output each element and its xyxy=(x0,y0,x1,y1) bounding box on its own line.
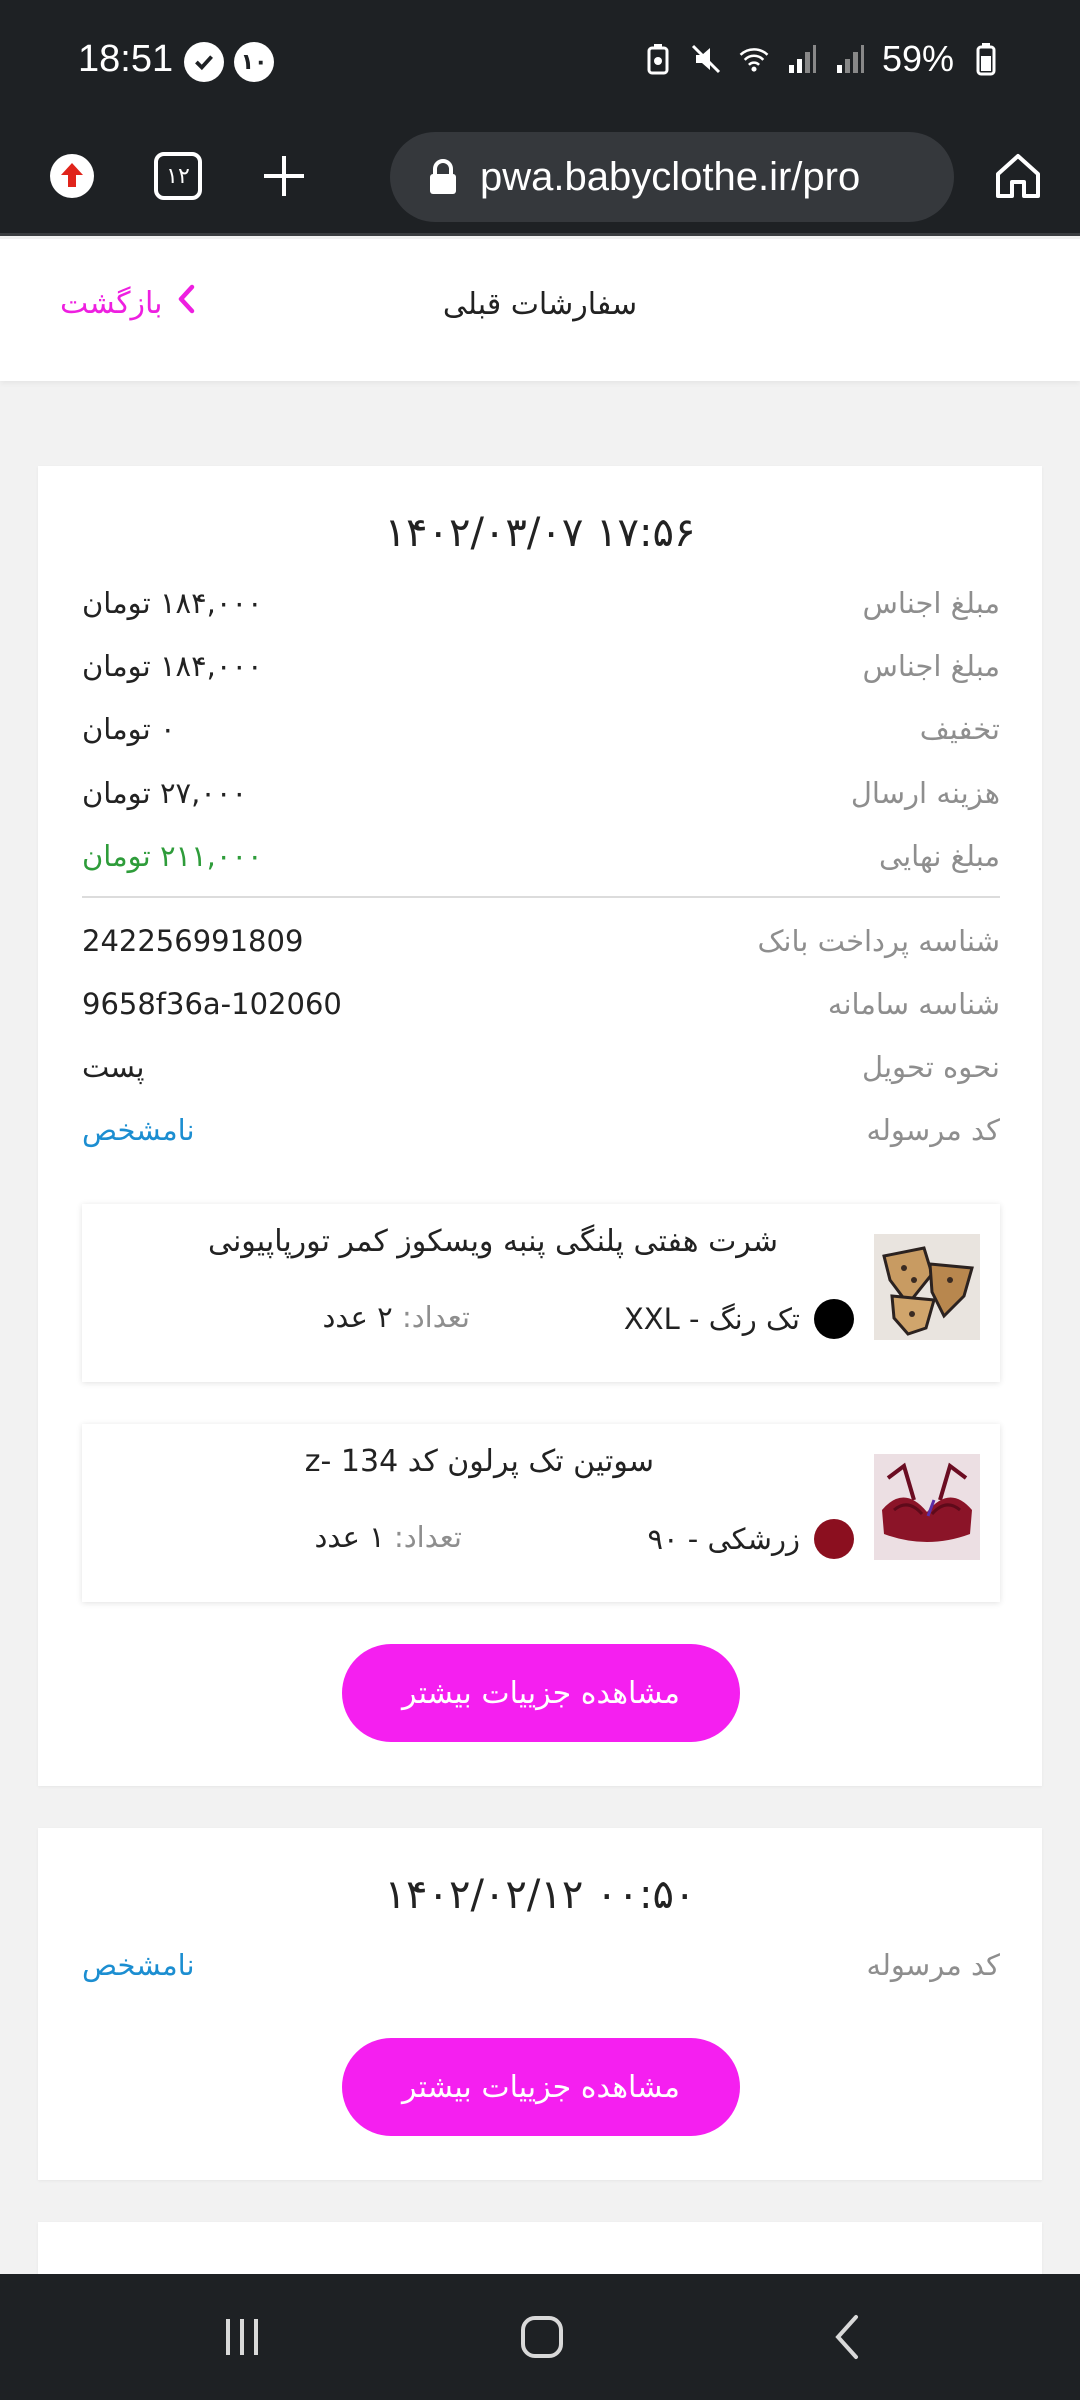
order-card: ۱۴۰۲/۰۲/۱۲ ۰۰:۵۰ نامشخص کد مرسوله مشاهده… xyxy=(38,1828,1042,2180)
status-icons: 59% xyxy=(642,38,1002,80)
meta-row: نامشخص کد مرسوله xyxy=(82,1105,1000,1155)
row-label: کد مرسوله xyxy=(866,1948,1000,1982)
row-label: شناسه پرداخت بانک xyxy=(757,924,1000,958)
row-value: ۰ تومان xyxy=(82,712,176,746)
chevron-left-icon xyxy=(176,283,196,323)
app-header: سفارشات قبلی بازگشت xyxy=(0,239,1080,381)
tracking-code[interactable]: نامشخص xyxy=(82,1948,195,1982)
product-thumbnail xyxy=(874,1454,980,1560)
delivery-method: پست xyxy=(82,1050,145,1084)
color-label: تک رنگ xyxy=(708,1302,800,1336)
row-label: نحوه تحویل xyxy=(862,1050,1000,1084)
size-label: ۹۰ xyxy=(647,1522,679,1556)
summary-row: ۱۸۴,۰۰۰ تومان مبلغ اجناس xyxy=(82,578,1000,628)
row-label: تخفیف xyxy=(919,712,1000,746)
order-card: ۱۴۰۲/۰۳/۰۷ ۱۷:۵۶ ۱۸۴,۰۰۰ تومان مبلغ اجنا… xyxy=(38,466,1042,1786)
product-variant: زرشکی - ۹۰ xyxy=(647,1522,800,1556)
divider xyxy=(82,896,1000,898)
meta-row: 9658f36a-102060 شناسه سامانه xyxy=(82,979,1000,1029)
summary-row: ۲۷,۰۰۰ تومان هزینه ارسال xyxy=(82,768,1000,818)
tab-count: ۱۲ xyxy=(166,163,190,189)
lock-icon xyxy=(428,158,458,200)
order-item[interactable]: شرت هفتی پلنگی پنبه ویسکوز کمر تورپاپیون… xyxy=(82,1204,1000,1382)
row-value: ۲۷,۰۰۰ تومان xyxy=(82,776,248,810)
system-nav-bar xyxy=(0,2274,1080,2400)
order-card-partial xyxy=(38,2222,1042,2274)
view-details-button[interactable]: مشاهده جزییات بیشتر xyxy=(342,1644,740,1742)
address-bar[interactable]: pwa.babyclothe.ir/pro xyxy=(390,132,954,222)
signal-icon-2 xyxy=(834,43,866,75)
quantity-value: ۲ عدد xyxy=(322,1300,393,1334)
signal-icon xyxy=(786,43,818,75)
notification-count-badge: ۱۰ xyxy=(234,42,274,82)
battery-icon xyxy=(970,43,1002,76)
browser-toolbar: ۱۲ pwa.babyclothe.ir/pro xyxy=(0,118,1080,236)
tracking-code[interactable]: نامشخص xyxy=(82,1113,195,1147)
battery-percent: 59% xyxy=(881,38,954,79)
product-quantity: تعداد: ۱ عدد xyxy=(315,1520,463,1554)
final-price-value: ۲۱۱,۰۰۰ تومان xyxy=(82,839,263,873)
color-swatch xyxy=(814,1519,854,1559)
back-nav-icon[interactable] xyxy=(808,2304,888,2370)
product-quantity: تعداد: ۲ عدد xyxy=(323,1300,471,1334)
home-nav-icon[interactable] xyxy=(502,2304,582,2370)
row-label: شناسه سامانه xyxy=(827,987,1000,1021)
order-date: ۱۴۰۲/۰۳/۰۷ ۱۷:۵۶ xyxy=(384,510,696,556)
order-item[interactable]: سوتین تک پرلون کد 134 -z زرشکی - ۹۰ تعدا… xyxy=(82,1424,1000,1602)
view-details-button[interactable]: مشاهده جزییات بیشتر xyxy=(342,2038,740,2136)
wifi-icon xyxy=(738,43,770,75)
row-label: مبلغ اجناس xyxy=(862,649,1000,683)
home-icon[interactable] xyxy=(986,144,1050,208)
summary-row: ۰ تومان تخفیف xyxy=(82,704,1000,754)
new-tab-plus-icon[interactable] xyxy=(252,144,316,208)
color-label: زرشکی xyxy=(707,1522,801,1556)
check-shield-icon xyxy=(184,42,224,82)
size-label: XXL xyxy=(623,1302,680,1336)
back-label: بازگشت xyxy=(60,285,163,321)
battery-saver-icon xyxy=(642,43,674,75)
row-label: هزینه ارسال xyxy=(850,776,1000,810)
mute-icon xyxy=(690,43,722,75)
row-label: کد مرسوله xyxy=(866,1113,1000,1147)
color-swatch xyxy=(814,1299,854,1339)
product-name: شرت هفتی پلنگی پنبه ویسکوز کمر تورپاپیون… xyxy=(207,1224,778,1259)
product-variant: تک رنگ - XXL xyxy=(624,1302,800,1336)
status-bar: 18:51 ۱۰ 59% xyxy=(0,0,1080,118)
variant-separator: - xyxy=(678,1522,699,1556)
meta-row: نامشخص کد مرسوله xyxy=(82,1940,1000,1990)
recent-apps-icon[interactable] xyxy=(202,2304,282,2370)
product-thumbnail xyxy=(874,1234,980,1340)
quantity-value: ۱ عدد xyxy=(314,1520,385,1554)
bank-payment-id: 242256991809 xyxy=(82,924,304,958)
system-id: 9658f36a-102060 xyxy=(82,987,342,1021)
summary-row: ۱۸۴,۰۰۰ تومان مبلغ اجناس xyxy=(82,641,1000,691)
upload-icon[interactable] xyxy=(40,144,104,208)
row-value: ۱۸۴,۰۰۰ تومان xyxy=(82,649,263,683)
tabs-button[interactable]: ۱۲ xyxy=(146,144,210,208)
row-label: مبلغ نهایی xyxy=(878,839,1000,873)
quantity-label: تعداد: xyxy=(401,1300,470,1334)
quantity-label: تعداد: xyxy=(393,1520,462,1554)
meta-row: 242256991809 شناسه پرداخت بانک xyxy=(82,916,1000,966)
url-text: pwa.babyclothe.ir/pro xyxy=(480,154,861,199)
variant-separator: - xyxy=(679,1302,700,1336)
row-value: ۱۸۴,۰۰۰ تومان xyxy=(82,586,263,620)
meta-row: پست نحوه تحویل xyxy=(82,1042,1000,1092)
back-button[interactable]: بازگشت xyxy=(60,283,196,323)
order-date: ۱۴۰۲/۰۲/۱۲ ۰۰:۵۰ xyxy=(384,1872,696,1918)
summary-row-final: ۲۱۱,۰۰۰ تومان مبلغ نهایی xyxy=(82,831,1000,881)
status-time: 18:51 xyxy=(78,38,174,80)
product-name: سوتین تک پرلون کد 134 -z xyxy=(304,1444,654,1479)
row-label: مبلغ اجناس xyxy=(862,586,1000,620)
